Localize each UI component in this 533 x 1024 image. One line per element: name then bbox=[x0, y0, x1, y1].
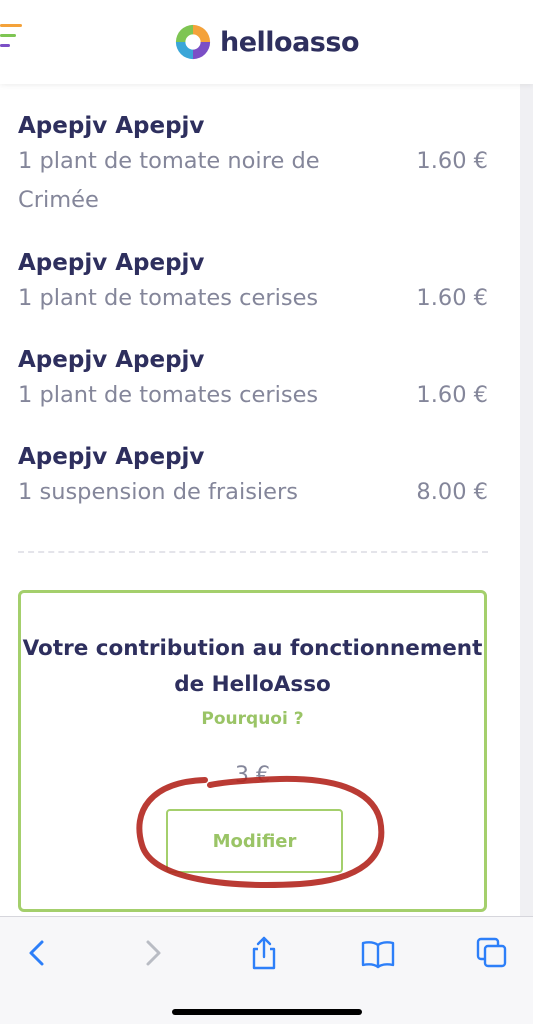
share-icon[interactable] bbox=[246, 935, 282, 971]
item-description: 1 plant de tomates cerises bbox=[18, 382, 319, 408]
contribution-amount: 3 € bbox=[235, 763, 270, 788]
bookmarks-icon[interactable] bbox=[360, 935, 396, 971]
item-price: 1.60 € bbox=[416, 285, 488, 311]
cart-summary: Apepjv Apepjv 1 plant de tomate noire de… bbox=[0, 84, 520, 916]
item-description: 1 plant de tomates cerises bbox=[18, 285, 319, 311]
back-icon[interactable] bbox=[20, 935, 56, 971]
contribution-title: Votre contribution au fonctionnement de … bbox=[22, 636, 483, 697]
contribution-box: Votre contribution au fonctionnement de … bbox=[18, 590, 487, 912]
forward-icon[interactable] bbox=[134, 935, 170, 971]
logo-text: helloasso bbox=[219, 26, 360, 58]
scrollbar[interactable] bbox=[520, 84, 533, 916]
item-price: 1.60 € bbox=[416, 382, 488, 408]
item-price: 8.00 € bbox=[416, 479, 488, 505]
item-description: 1 plant de tomate noire de Crimée bbox=[18, 148, 320, 213]
tabs-icon[interactable] bbox=[474, 935, 510, 971]
cart-item: Apepjv Apepjv 1 plant de tomate noire de… bbox=[18, 110, 488, 220]
cart-item: Apepjv Apepjv 1 plant de tomates cerises… bbox=[18, 344, 488, 415]
modify-button[interactable]: Modifier bbox=[166, 809, 343, 873]
item-name: Apepjv Apepjv bbox=[18, 113, 205, 139]
why-link[interactable]: Pourquoi ? bbox=[21, 709, 484, 729]
item-name: Apepjv Apepjv bbox=[18, 250, 205, 276]
cart-item: Apepjv Apepjv 1 suspension de fraisiers … bbox=[18, 441, 488, 512]
hamburger-menu-icon[interactable] bbox=[0, 24, 22, 54]
dashed-divider bbox=[18, 551, 488, 553]
home-indicator[interactable] bbox=[172, 1009, 362, 1015]
app-header: helloasso bbox=[0, 0, 533, 84]
cart-item: Apepjv Apepjv 1 plant de tomates cerises… bbox=[18, 247, 488, 318]
helloasso-logo[interactable]: helloasso bbox=[174, 23, 360, 61]
helloasso-logo-icon bbox=[175, 24, 211, 60]
item-description: 1 suspension de fraisiers bbox=[18, 479, 298, 505]
browser-toolbar bbox=[0, 916, 533, 1024]
item-name: Apepjv Apepjv bbox=[18, 444, 205, 470]
item-name: Apepjv Apepjv bbox=[18, 347, 205, 373]
item-price: 1.60 € bbox=[416, 148, 488, 174]
